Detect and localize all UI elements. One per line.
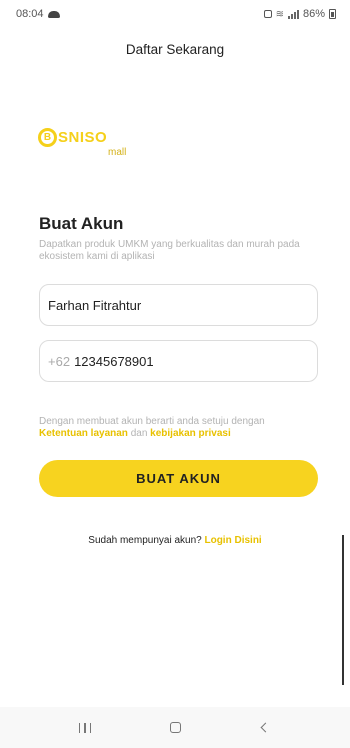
logo-text: SNISO	[58, 129, 108, 146]
form-heading: Buat Akun	[39, 214, 124, 233]
phone-field[interactable]: +62 12345678901	[39, 340, 318, 382]
back-icon	[260, 722, 270, 733]
status-left: 08:04	[16, 8, 60, 20]
system-nav-bar	[0, 707, 350, 748]
terms-text: Dengan membuat akun berarti anda setuju …	[39, 416, 329, 440]
login-prompt: Sudah mempunyai akun?	[88, 535, 202, 546]
status-bar: 08:04 ≋ 86%	[0, 0, 350, 28]
name-value: Farhan Fitrahtur	[48, 297, 142, 313]
back-button[interactable]	[245, 713, 285, 743]
page-title: Daftar Sekarang	[125, 42, 225, 57]
scrollbar[interactable]	[342, 535, 344, 685]
cloud-icon	[47, 10, 60, 18]
battery-icon	[329, 9, 336, 19]
terms-and: dan	[130, 428, 148, 439]
terms-link[interactable]: Ketentuan layanan	[39, 428, 128, 439]
privacy-link[interactable]: kebijakan privasi	[150, 428, 231, 439]
notification-icon	[263, 10, 272, 18]
form-subheading: Dapatkan produk UMKM yang berkualitas da…	[39, 239, 300, 262]
brand-logo: B SNISO mall	[38, 128, 126, 158]
home-button[interactable]	[155, 713, 195, 743]
wifi-icon: ≋	[275, 8, 284, 20]
phone-prefix: +62	[48, 353, 71, 369]
recent-apps-button[interactable]	[65, 713, 105, 743]
logo-mark-icon: B	[38, 128, 57, 147]
create-account-button[interactable]: BUAT AKUN	[39, 460, 318, 497]
status-right: ≋ 86%	[263, 8, 336, 20]
login-row: Sudah mempunyai akun? Login Disini	[0, 535, 350, 546]
logo-sub: mall	[108, 147, 127, 158]
terms-prefix: Dengan membuat akun berarti anda setuju …	[39, 416, 265, 427]
recent-apps-icon	[78, 722, 92, 733]
status-time: 08:04	[16, 8, 44, 20]
signal-icon	[287, 9, 299, 19]
home-icon	[169, 722, 181, 733]
login-link[interactable]: Login Disini	[204, 535, 261, 546]
battery-percent: 86%	[302, 8, 325, 20]
name-field[interactable]: Farhan Fitrahtur	[39, 284, 318, 326]
phone-value: 12345678901	[74, 353, 154, 369]
